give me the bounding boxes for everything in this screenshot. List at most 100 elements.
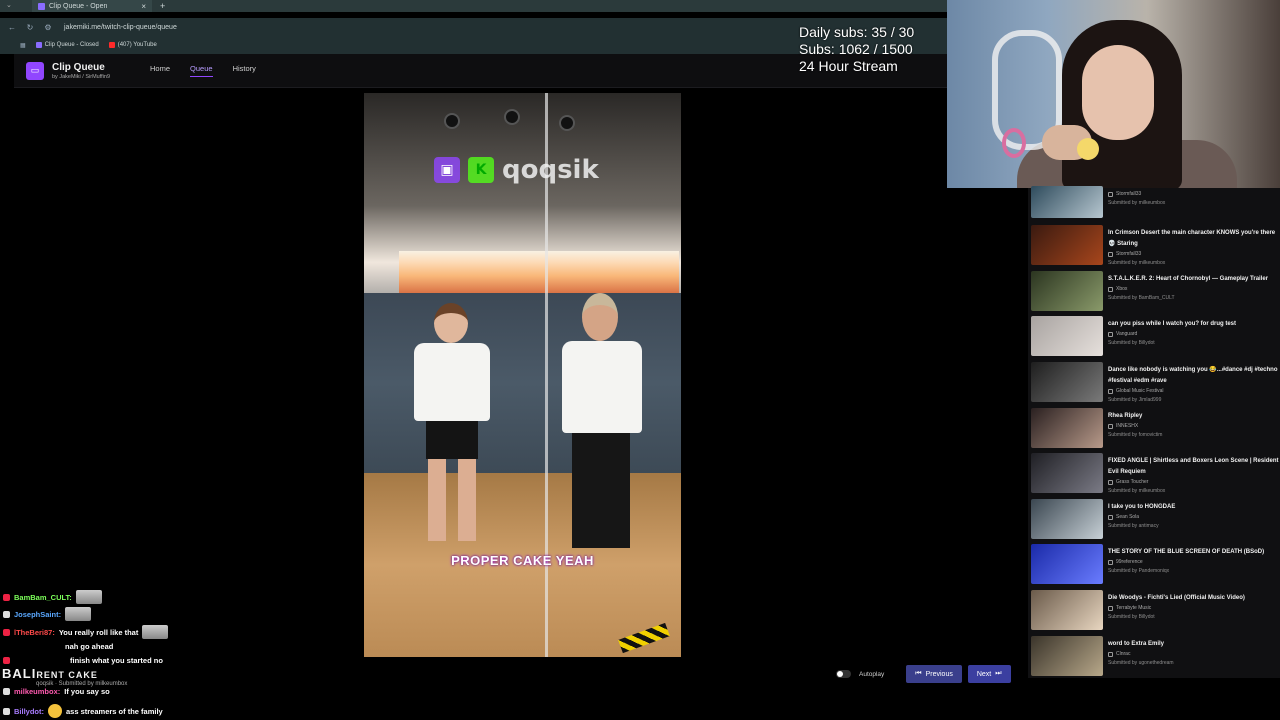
clip-queue-list: Stormfall33 Submitted by milkeumbox In C… [1028, 186, 1280, 681]
queue-item[interactable]: I take you to HONGDAE Sean Sola Submitte… [1031, 499, 1280, 544]
chat-line: BamBam_CULT: [3, 590, 102, 604]
nav-home[interactable]: Home [150, 64, 170, 77]
screen: ⌄ Clip Queue - Open × + ← ↻ ⚙ jakemiki.m… [0, 0, 1280, 720]
stream-label: 24 Hour Stream [799, 58, 898, 74]
channel-icon [1108, 332, 1113, 337]
daily-subs-text: Daily subs: 35 / 30 [799, 24, 915, 40]
bookmark-clip-queue[interactable]: Clip Queue - Closed [35, 42, 99, 48]
brand: Clip Queue by JakeMiki / SirMuffin9 [52, 62, 110, 80]
emote-icon [65, 607, 92, 621]
nav-queue[interactable]: Queue [190, 64, 213, 77]
apps-grid-icon[interactable]: ▦ [20, 42, 26, 49]
player-controls: Autoplay ⏮ Previous Next ⏭ [836, 664, 1011, 684]
chat-line: lTheBeri87: You really roll like that [3, 625, 169, 639]
clip-thumbnail [1031, 362, 1103, 402]
badge-icon [3, 610, 10, 618]
bookmark-youtube[interactable]: (407) YouTube [108, 42, 157, 48]
chat-emote-bali: BALIRENT CAKE [2, 666, 98, 681]
tab-favicon-icon [38, 2, 45, 10]
webcam-cup [1002, 128, 1026, 158]
clip-thumbnail [1031, 499, 1103, 539]
channel-icon [1108, 192, 1113, 197]
autoplay-toggle[interactable] [836, 670, 851, 678]
bookmark-favicon-icon [35, 42, 42, 48]
video-watermark: ▣ K qoqsik [434, 155, 599, 185]
badge-icon [3, 628, 10, 636]
emoji-icon [48, 704, 62, 718]
chat-line: nah go ahead [65, 642, 114, 651]
emote-icon [75, 590, 102, 604]
queue-item[interactable]: Dance like nobody is watching you 😂...#d… [1031, 362, 1280, 407]
clip-thumbnail [1031, 544, 1103, 584]
clip-thumbnail [1031, 453, 1103, 493]
url-field[interactable]: jakemiki.me/twitch-clip-queue/queue [64, 24, 177, 31]
author-link-1[interactable]: JakeMiki [59, 74, 80, 80]
close-tab-icon[interactable]: × [141, 2, 146, 11]
next-icon: ⏭ [995, 670, 1002, 677]
chat-line: finish what you started no [3, 656, 163, 665]
emote-icon [142, 625, 169, 639]
tab-title: Clip Queue - Open [49, 2, 108, 10]
badge-icon [3, 657, 10, 664]
new-tab-icon[interactable]: + [160, 1, 165, 11]
clip-thumbnail [1031, 186, 1103, 218]
main-nav: Home Queue History [150, 64, 256, 77]
queue-item[interactable]: can you piss while I watch you? for drug… [1031, 316, 1280, 361]
stage-lights [424, 109, 604, 143]
author-link-2[interactable]: SirMuffin9 [85, 74, 110, 80]
next-button[interactable]: Next ⏭ [967, 665, 1011, 683]
badge-icon [3, 593, 10, 601]
queue-item[interactable]: word to Extra Emily Clnrac Submitted by … [1031, 636, 1280, 681]
channel-icon [1108, 652, 1113, 657]
watermark-text: qoqsik [502, 155, 599, 185]
video-caption: PROPER CAKE YEAH [451, 553, 594, 568]
queue-item[interactable]: Rhea Ripley INNESHX Submitted by fomovic… [1031, 408, 1280, 453]
channel-icon [1108, 389, 1113, 394]
channel-icon [1108, 515, 1113, 520]
youtube-icon [108, 42, 115, 48]
clip-thumbnail [1031, 316, 1103, 356]
queue-item[interactable]: Die Woodys - Fichti's Lied (Official Mus… [1031, 590, 1280, 635]
stream-stats-overlay: Daily subs: 35 / 30 Subs: 1062 / 1500 24… [799, 24, 914, 75]
clip-thumbnail [1031, 636, 1103, 676]
clip-thumbnail [1031, 225, 1103, 265]
clip-thumbnail [1031, 590, 1103, 630]
browser-tab[interactable]: Clip Queue - Open × [32, 0, 152, 12]
window-menu-icon[interactable]: ⌄ [6, 1, 12, 9]
channel-icon [1108, 560, 1113, 565]
kick-icon: K [468, 157, 494, 183]
clip-thumbnail [1031, 408, 1103, 448]
channel-icon [1108, 252, 1113, 257]
channel-icon [1108, 480, 1113, 485]
nav-history[interactable]: History [233, 64, 256, 77]
chat-line: JosephSaint: [3, 607, 92, 621]
badge-icon [3, 707, 10, 715]
queue-item[interactable]: THE STORY OF THE BLUE SCREEN OF DEATH (B… [1031, 544, 1280, 589]
streamer-webcam [947, 0, 1280, 188]
browser-tab-bar: ⌄ Clip Queue - Open × + [0, 0, 948, 12]
clip-queue-logo-icon[interactable]: ▭ [26, 61, 44, 80]
twitch-icon: ▣ [434, 157, 460, 183]
badge-icon [3, 688, 10, 695]
app-byline: by JakeMiki / SirMuffin9 [52, 73, 111, 80]
clip-thumbnail [1031, 271, 1103, 311]
reload-icon[interactable]: ↻ [24, 23, 36, 32]
channel-icon [1108, 606, 1113, 611]
site-info-icon[interactable]: ⚙ [42, 23, 54, 32]
channel-icon [1108, 287, 1113, 292]
video-player[interactable]: ▣ K qoqsik PROPER CAKE YEAH [364, 93, 681, 657]
webcam-face [1082, 45, 1154, 140]
previous-icon: ⏮ [915, 670, 922, 677]
app-title: Clip Queue [52, 61, 105, 73]
subs-text: Subs: 1062 / 1500 [799, 41, 913, 57]
webcam-treat [1077, 138, 1099, 160]
back-icon[interactable]: ← [6, 23, 18, 32]
autoplay-label: Autoplay [859, 670, 885, 678]
queue-item[interactable]: S.T.A.L.K.E.R. 2: Heart of Chornobyl — G… [1031, 271, 1280, 316]
queue-item[interactable]: FIXED ANGLE | Shirtless and Boxers Leon … [1031, 453, 1280, 498]
queue-item[interactable]: In Crimson Desert the main character KNO… [1031, 225, 1280, 270]
previous-button[interactable]: ⏮ Previous [906, 665, 962, 683]
chat-overlay: BamBam_CULT: JosephSaint: lTheBeri87: Yo… [0, 574, 360, 720]
chat-line: Billydot: ass streamers of the family [3, 704, 163, 718]
chat-line: milkeumbox: If you say so [3, 687, 110, 696]
